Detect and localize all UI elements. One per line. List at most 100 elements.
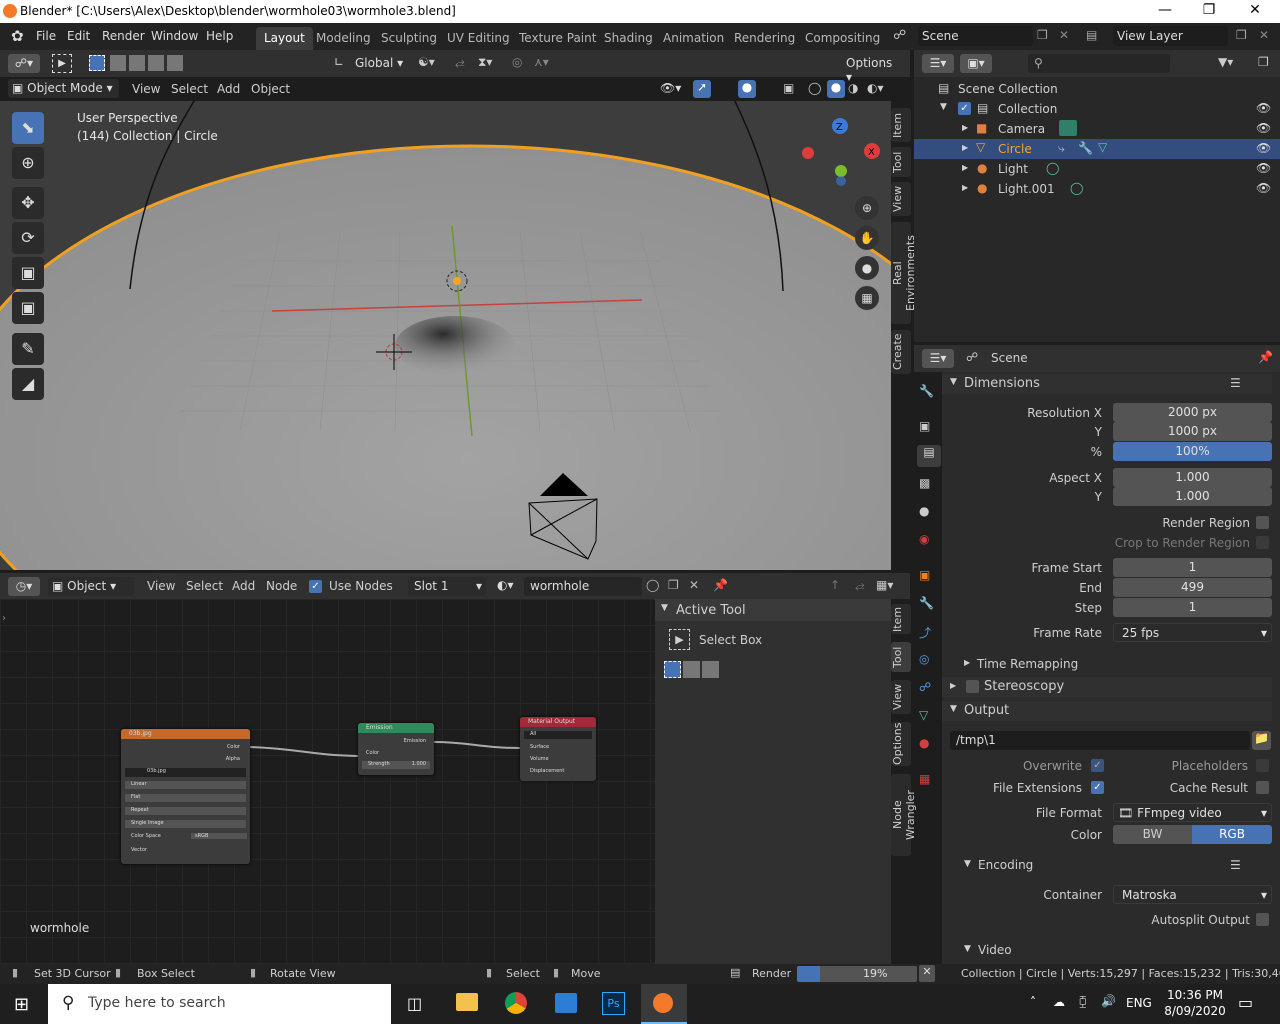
shading-wireframe-icon[interactable]: ◯: [808, 81, 821, 95]
frame-step-field[interactable]: 1: [1113, 598, 1272, 617]
viewport-menu-object[interactable]: Object: [251, 82, 290, 96]
time-remapping-subpanel[interactable]: ▶ Time Remapping: [942, 655, 1272, 673]
parent-node-tree-icon[interactable]: ↑: [830, 578, 840, 592]
viewport-canvas[interactable]: Z X User Perspective (144) Collection | …: [0, 101, 891, 570]
pin-node-tree-icon[interactable]: 📌: [713, 578, 728, 592]
image-node-image-field[interactable]: 03b.jpg: [125, 768, 246, 777]
tab-texture-paint[interactable]: Texture Paint: [519, 31, 596, 45]
viewport-menu-view[interactable]: View: [132, 82, 160, 96]
blender-taskbar-icon[interactable]: [641, 984, 687, 1024]
outliner-item-circle[interactable]: ▶ ▽ Circle ⤷ 🔧 ▽ 👁: [914, 139, 1280, 159]
outliner-item-light[interactable]: ▶ ● Light ◯ 👁: [914, 159, 1280, 179]
mode-subtract-icon[interactable]: [702, 661, 719, 678]
active-tool-header[interactable]: ▼ Active Tool: [655, 599, 891, 621]
close-window-button[interactable]: ✕: [1232, 2, 1278, 18]
use-nodes-checkbox[interactable]: ✓: [309, 580, 322, 593]
tab-uv-editing[interactable]: UV Editing: [447, 31, 510, 45]
falloff-icon[interactable]: ⋏▾: [534, 55, 549, 69]
file-explorer-icon[interactable]: [456, 993, 478, 1011]
tab-animation[interactable]: Animation: [663, 31, 724, 45]
encoding-presets-icon[interactable]: ☰: [1230, 858, 1241, 872]
menu-edit[interactable]: Edit: [67, 29, 90, 43]
app-icon[interactable]: [555, 993, 577, 1013]
frame-end-field[interactable]: 499: [1113, 578, 1272, 597]
clock[interactable]: 10:36 PM 8/09/2020: [1160, 988, 1230, 1018]
particles-properties-icon[interactable]: ⤴: [919, 624, 931, 641]
tab-compositing[interactable]: Compositing: [805, 31, 880, 45]
viewport-tab-real-environments[interactable]: Real Environments: [891, 222, 917, 324]
outliner-item-light-001[interactable]: ▶ ● Light.001 ◯ 👁: [914, 179, 1280, 199]
image-node-colorspace-value[interactable]: sRGB: [191, 833, 247, 839]
material-output-node[interactable]: Material Output All Surface Volume Displ…: [520, 717, 596, 781]
node-menu-view[interactable]: View: [147, 579, 175, 593]
output-node-target[interactable]: All: [524, 731, 592, 739]
tab-modeling[interactable]: Modeling: [316, 31, 371, 45]
properties-editor-icon[interactable]: ☰▾: [922, 349, 954, 368]
stereoscopy-checkbox[interactable]: [966, 680, 979, 693]
collection-expand-icon[interactable]: ▼: [940, 102, 947, 112]
tab-shading[interactable]: Shading: [604, 31, 653, 45]
snap-node-icon[interactable]: ⥄: [855, 578, 865, 593]
light-eye-icon[interactable]: 👁: [1256, 161, 1271, 175]
autosplit-row[interactable]: Autosplit Output: [942, 910, 1272, 930]
select-mode-new-icon[interactable]: [89, 55, 105, 71]
mode-dropdown[interactable]: ▣ Object Mode ▾: [8, 79, 119, 98]
pan-hand-icon[interactable]: ✋: [855, 226, 879, 250]
image-node-interp[interactable]: Linear: [125, 781, 246, 789]
collection-checkbox[interactable]: ✓: [958, 102, 971, 115]
material-browse-icon[interactable]: ◐▾: [497, 578, 514, 592]
presets-icon[interactable]: ☰: [1230, 376, 1241, 390]
viewport-tab-create[interactable]: Create: [891, 330, 911, 374]
taskbar-search[interactable]: ⚲ Type here to search: [48, 984, 391, 1024]
select-mode-difference-icon[interactable]: [148, 55, 164, 71]
notifications-icon[interactable]: ▭: [1238, 993, 1253, 1012]
annotate-tool-icon[interactable]: ✎: [12, 333, 44, 365]
mode-set-icon[interactable]: [664, 661, 681, 678]
scene-properties-icon[interactable]: ●: [919, 504, 929, 518]
toolbar-expand-icon[interactable]: ›: [2, 613, 6, 624]
wifi-icon[interactable]: ⧮: [1079, 994, 1087, 1009]
cancel-render-button[interactable]: ✕: [919, 965, 935, 982]
light001-eye-icon[interactable]: 👁: [1256, 181, 1271, 195]
editor-type-icon[interactable]: ☍▾: [8, 54, 40, 73]
node-menu-node[interactable]: Node: [266, 579, 297, 593]
resolution-y-field[interactable]: 1000 px: [1113, 422, 1272, 441]
video-subpanel-header[interactable]: ▼ Video: [942, 941, 1272, 961]
ortho-toggle-icon[interactable]: ▦: [855, 286, 879, 310]
image-node-projection[interactable]: Flat: [125, 794, 246, 802]
container-dropdown[interactable]: Matroska ▾: [1113, 885, 1272, 904]
fake-user-icon[interactable]: ◯: [646, 578, 659, 592]
file-extensions-row[interactable]: File Extensions ✓ Cache Result: [942, 778, 1272, 798]
view-layer-icon[interactable]: ▤: [1086, 28, 1097, 42]
scene-selector-icon[interactable]: ☍: [893, 28, 913, 45]
viewport-tab-view[interactable]: View: [891, 182, 911, 216]
xray-toggle-icon[interactable]: ▣: [783, 81, 794, 95]
snap-target-icon[interactable]: ⧗▾: [478, 55, 492, 70]
transform-tool-icon[interactable]: ▣: [12, 292, 44, 324]
color-rgb-button[interactable]: RGB: [1192, 825, 1272, 844]
stereoscopy-panel-header[interactable]: ▶ Stereoscopy: [942, 677, 1272, 697]
shading-rendered-icon[interactable]: ◐▾: [867, 81, 884, 95]
transform-orientation-dropdown[interactable]: Global ▾: [350, 54, 410, 73]
node-menu-add[interactable]: Add: [232, 579, 255, 593]
collection-row[interactable]: ▼ ✓ ▤ Collection 👁: [914, 99, 1280, 119]
pivot-icon[interactable]: ☯▾: [418, 55, 435, 69]
overwrite-row[interactable]: Overwrite ✓ Placeholders: [942, 756, 1272, 776]
node-tab-node-wrangler[interactable]: Node Wrangler: [891, 774, 917, 856]
menu-file[interactable]: File: [36, 29, 56, 43]
viewport-menu-select[interactable]: Select: [171, 82, 208, 96]
new-collection-icon[interactable]: ❐: [1258, 55, 1269, 69]
menu-window[interactable]: Window: [151, 29, 198, 43]
slot-dropdown[interactable]: Slot 1 ▾: [408, 577, 486, 596]
select-mode-subtract-icon[interactable]: [129, 55, 145, 71]
proportional-edit-icon[interactable]: ◎: [512, 55, 522, 69]
language-indicator[interactable]: ENG: [1126, 996, 1152, 1010]
pin-icon[interactable]: 📌: [1258, 350, 1273, 364]
render-region-row[interactable]: Render Region: [942, 513, 1272, 533]
expand-icon[interactable]: ▶: [962, 163, 968, 172]
autosplit-checkbox[interactable]: [1256, 913, 1269, 926]
frame-rate-dropdown[interactable]: 25 fps ▾: [1113, 623, 1272, 642]
node-menu-select[interactable]: Select: [186, 579, 223, 593]
expand-icon[interactable]: ▶: [962, 123, 968, 132]
camera-eye-icon[interactable]: 👁: [1256, 121, 1271, 135]
